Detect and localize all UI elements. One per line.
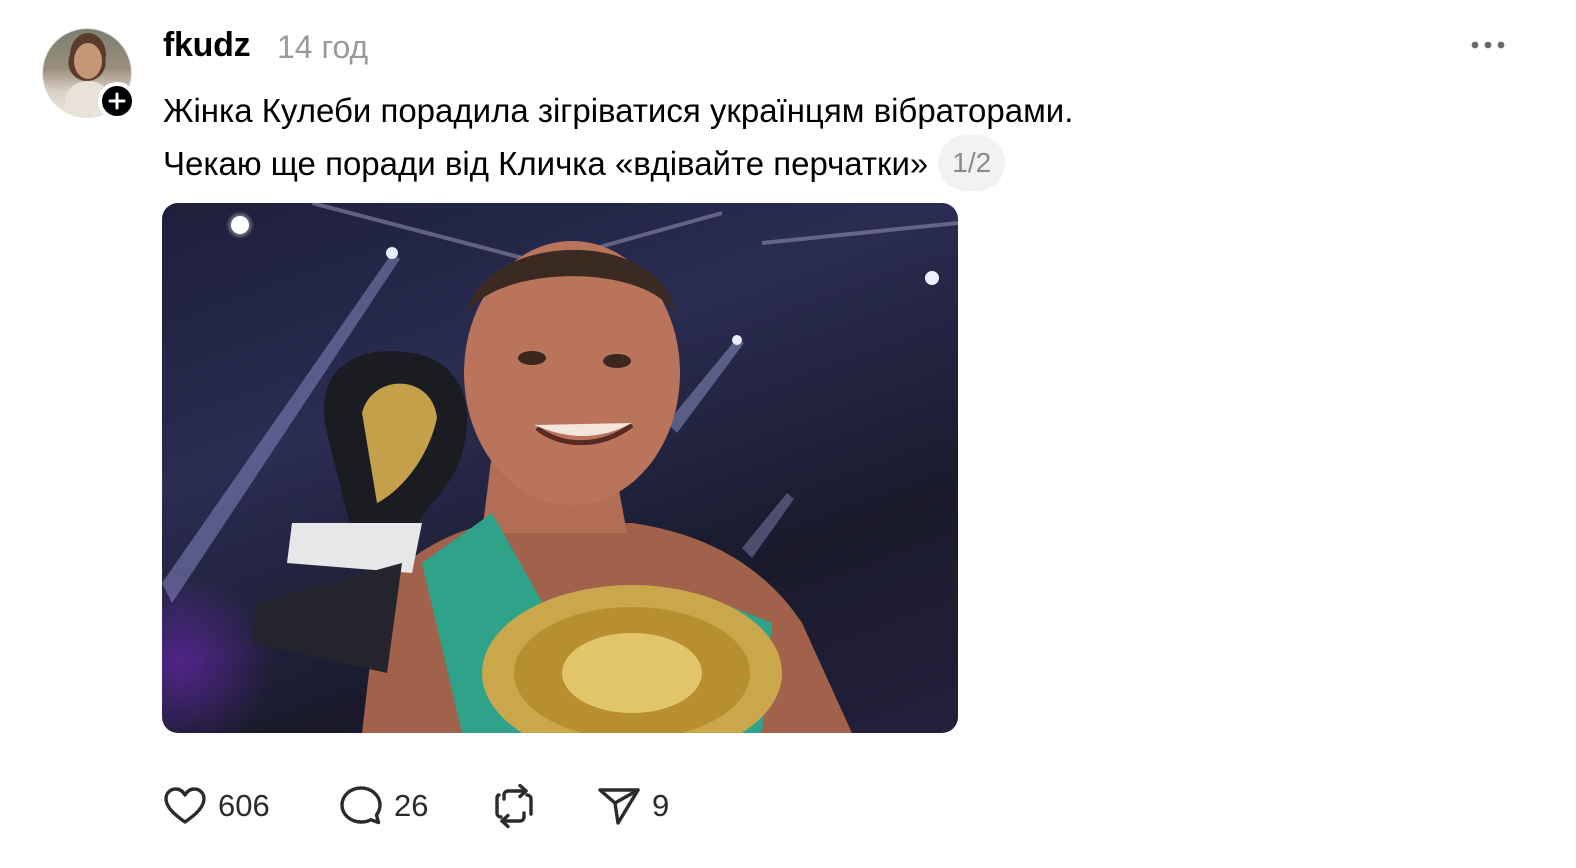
ellipsis-icon	[1471, 41, 1505, 49]
post-text-line-1: Жінка Кулеби порадила зігріватися україн…	[163, 92, 1074, 129]
repost-button[interactable]	[492, 782, 536, 830]
post-text: Жінка Кулеби порадила зігріватися україн…	[163, 84, 1363, 194]
repost-icon	[495, 783, 533, 829]
author-username[interactable]: fkudz	[163, 24, 251, 66]
reply-count: 26	[394, 788, 429, 823]
author-avatar-container[interactable]	[42, 28, 136, 120]
send-icon	[598, 788, 640, 825]
comment-bubble-icon	[340, 786, 382, 825]
more-options-button[interactable]	[1466, 30, 1510, 60]
post-text-line-2-wrap: Чекаю ще поради від Кличка «вдівайте пер…	[163, 135, 1363, 194]
share-button[interactable]: 9	[596, 782, 669, 830]
post-image[interactable]	[162, 203, 958, 733]
follow-button[interactable]	[98, 82, 136, 120]
heart-icon	[164, 787, 206, 824]
post-text-line-2: Чекаю ще поради від Кличка «вдівайте пер…	[163, 145, 929, 182]
like-count: 606	[218, 788, 270, 823]
share-count: 9	[652, 788, 670, 823]
avatar-head-shape	[74, 43, 102, 79]
boxer-with-championship-belt-photo	[162, 203, 958, 733]
plus-icon	[108, 92, 126, 110]
like-button[interactable]: 606	[162, 782, 270, 830]
reply-button[interactable]: 26	[338, 782, 428, 830]
post-timestamp: 14 год	[277, 29, 369, 65]
page-indicator: 1/2	[938, 135, 1006, 192]
thread-post: fkudz 14 год Жінка Кулеби порадила зігрі…	[0, 0, 1576, 868]
